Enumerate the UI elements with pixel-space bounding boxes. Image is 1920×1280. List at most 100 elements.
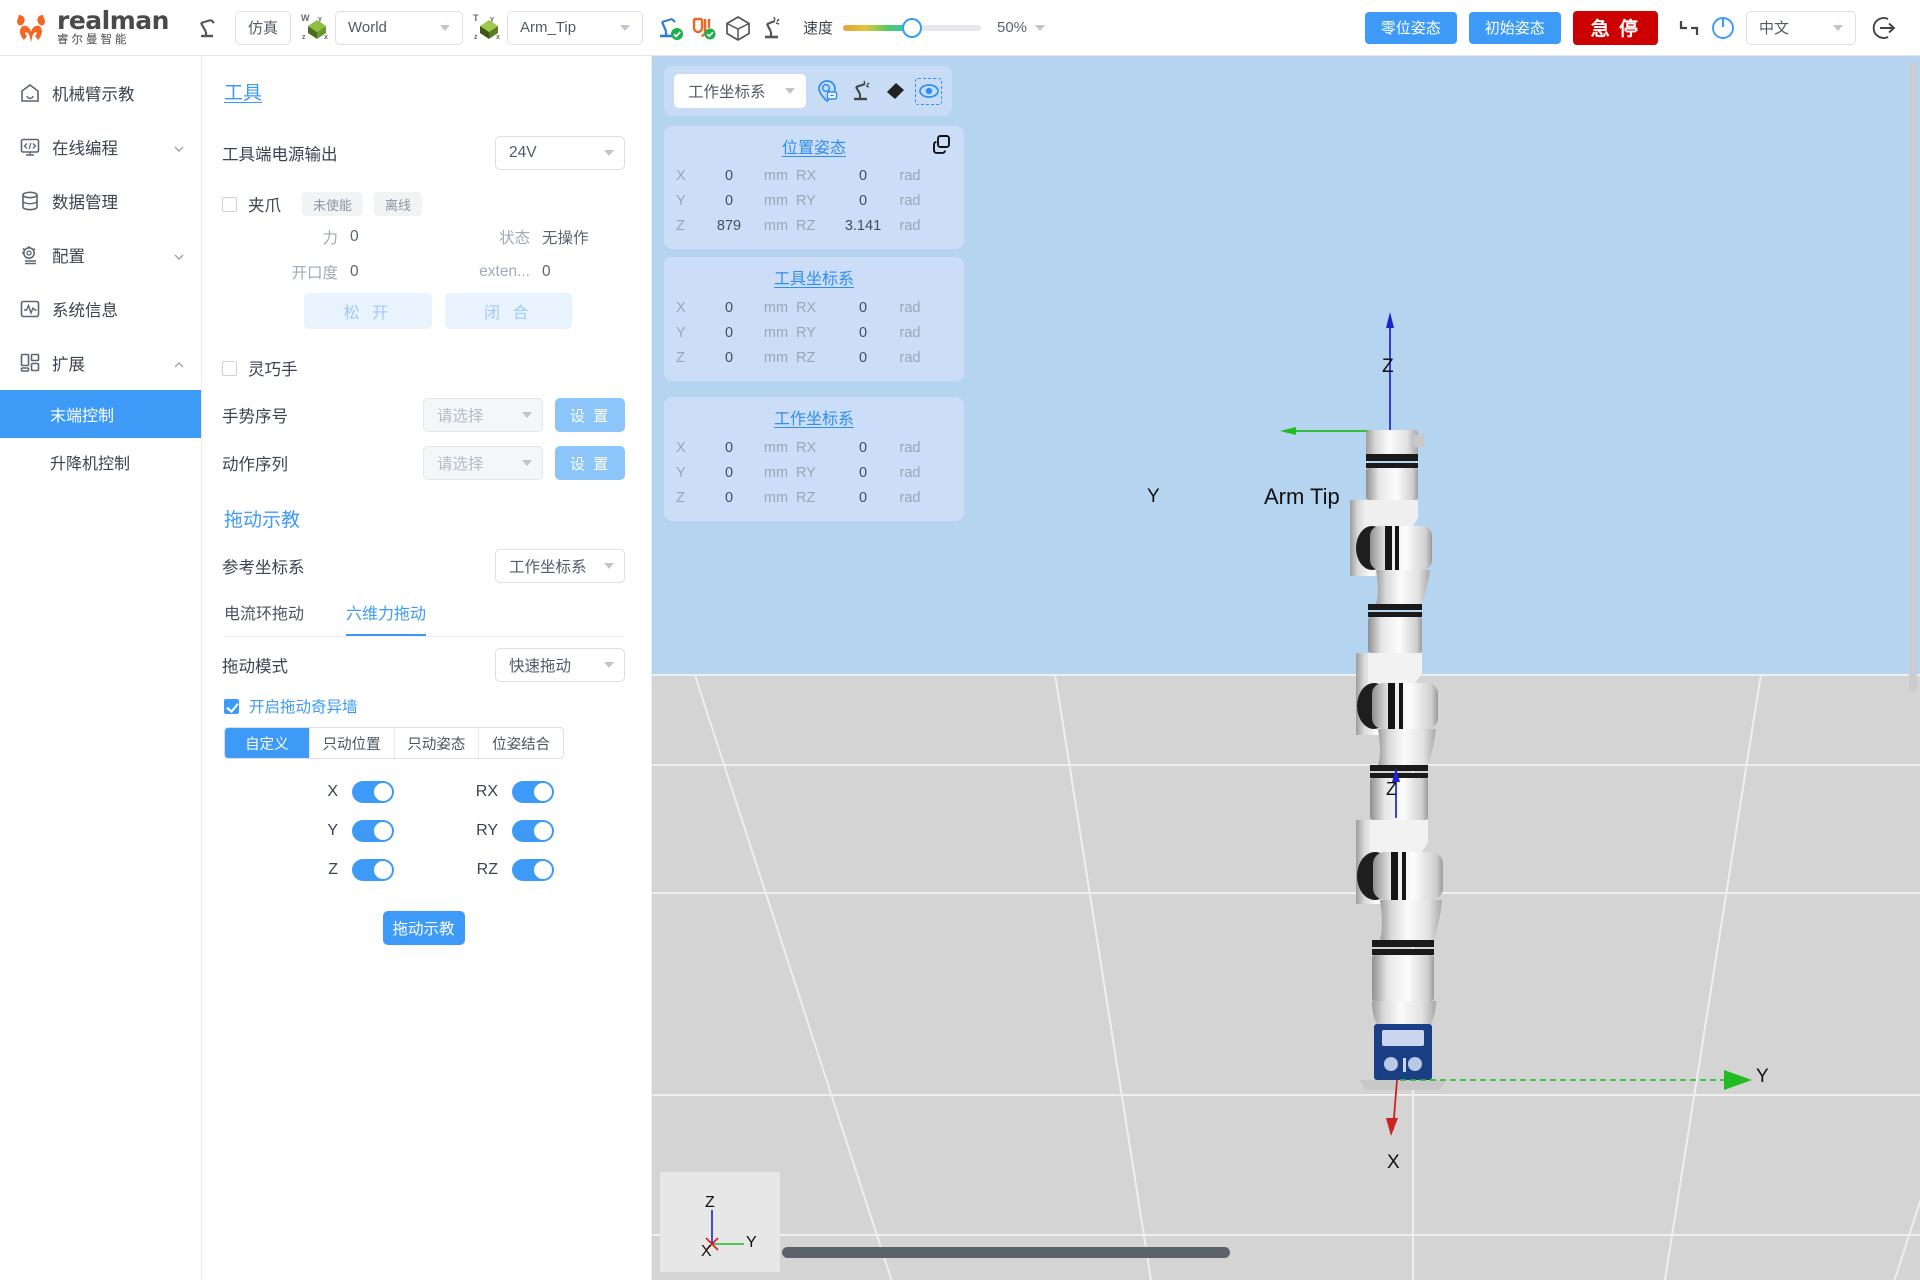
toggle-y-label: Y — [327, 822, 338, 839]
tool-row-y: Y 0 mm RY 0 rad — [676, 320, 952, 345]
logout-icon[interactable] — [1868, 11, 1902, 45]
pose-card: 位置姿态 X 0 mm RX 0 rad Y 0 mm RY 0 rad Z 8… — [664, 126, 964, 249]
toggle-ry[interactable] — [512, 820, 554, 842]
tool-frame-card-title[interactable]: 工具坐标系 — [676, 265, 952, 289]
sidebar-item-end-effector-control[interactable]: 末端控制 — [0, 390, 201, 438]
work-ry-value: 0 — [858, 464, 868, 481]
tool-rx-axis: RX — [796, 299, 817, 316]
toggle-y[interactable] — [352, 820, 394, 842]
pose-row-x: X 0 mm RX 0 rad — [676, 163, 952, 188]
pose-z-axis: Z — [676, 217, 685, 234]
sidebar-item-extension-label: 扩展 — [52, 356, 85, 374]
gripper-close-button[interactable]: 闭 合 — [444, 293, 572, 329]
tool-x-value: 0 — [724, 299, 734, 316]
tool-rx-value: 0 — [858, 299, 868, 316]
sidebar-item-config[interactable]: 配置 — [0, 228, 201, 282]
chevron-down-icon — [604, 563, 614, 569]
emergency-stop-button[interactable]: 急 停 — [1572, 10, 1658, 45]
viewport-vertical-scrollbar[interactable] — [1909, 62, 1917, 1274]
toggle-rx[interactable] — [512, 781, 554, 803]
singularity-wall-checkbox[interactable] — [224, 698, 239, 714]
power-icon[interactable] — [1706, 11, 1740, 45]
language-value: 中文 — [1759, 20, 1790, 37]
pose-rx-axis: RX — [796, 167, 817, 184]
collision-cube-icon[interactable] — [721, 11, 755, 45]
speed-label: 速度 — [802, 20, 833, 37]
speed-value-select[interactable]: 50% — [997, 19, 1046, 36]
copy-icon[interactable] — [932, 134, 952, 154]
segment-pose-combined[interactable]: 位姿结合 — [478, 728, 563, 758]
power-output-label: 工具端电源输出 — [222, 146, 338, 164]
viewport-horizontal-scroll-thumb[interactable] — [782, 1247, 1230, 1258]
arm-tip-label: Arm Tip — [1264, 484, 1340, 509]
gesture-select[interactable]: 请选择 — [423, 398, 543, 432]
resize-corner-icon[interactable] — [1672, 11, 1706, 45]
sidebar-item-data-management[interactable]: 数据管理 — [0, 174, 201, 228]
sim-mode-button[interactable]: 仿真 — [234, 10, 291, 45]
robot-3d-viewport[interactable]: 工作坐标系 位置姿态 X 0 mm RX 0 rad Y 0 mm RY 0 r… — [652, 56, 1920, 1280]
tool-y-axis: Y — [676, 324, 686, 341]
power-output-select[interactable]: 24V — [495, 136, 625, 170]
sidebar-item-online-programming[interactable]: 在线编程 — [0, 120, 201, 174]
tool-frame-select[interactable]: Arm_Tip — [506, 10, 643, 45]
viewport-vertical-scroll-thumb[interactable] — [1909, 62, 1917, 693]
sidebar-item-teach[interactable]: 机械臂示教 — [0, 66, 201, 120]
toggle-rz[interactable] — [512, 859, 554, 881]
action-sequence-set-button[interactable]: 设 置 — [555, 446, 625, 480]
work-row-x: X 0 mm RX 0 rad — [676, 435, 952, 460]
end-effector-panel: 工具 工具端电源输出 24V 夹爪 未使能 离线 力 0 状态 无操作 开口度 … — [202, 56, 652, 1280]
cable-status-icon[interactable] — [687, 11, 721, 45]
segment-position-only[interactable]: 只动位置 — [308, 728, 394, 758]
gripper-state-label: 状态 — [498, 230, 530, 247]
zero-pose-button[interactable]: 零位姿态 — [1364, 11, 1457, 44]
top-toolbar: realman 睿尔曼智能 仿真 W y z x World T y z x A… — [0, 0, 1920, 56]
gesture-set-button[interactable]: 设 置 — [555, 398, 625, 432]
gesture-placeholder: 请选择 — [437, 408, 484, 425]
world-frame-select[interactable]: World — [334, 10, 463, 45]
robot-teach-status-icon[interactable] — [653, 11, 687, 45]
sidebar-item-lifter-control[interactable]: 升降机控制 — [0, 438, 201, 486]
work-rx-value: 0 — [858, 439, 868, 456]
viewport-horizontal-scrollbar[interactable] — [782, 1247, 1902, 1258]
init-pose-button[interactable]: 初始姿态 — [1468, 11, 1561, 44]
dex-hand-checkbox[interactable] — [222, 360, 237, 376]
gripper-enabled-badge: 未使能 — [302, 192, 364, 216]
eraser-icon[interactable] — [881, 78, 908, 105]
locate-point-icon[interactable] — [813, 78, 840, 105]
speed-slider-knob[interactable] — [901, 17, 922, 38]
tool-ry-unit: rad — [899, 324, 921, 341]
pose-ry-value: 0 — [858, 192, 868, 209]
work-frame-card-title[interactable]: 工作坐标系 — [676, 405, 952, 429]
segment-orientation-only[interactable]: 只动姿态 — [393, 728, 479, 758]
drag-mode-select[interactable]: 快速拖动 — [495, 648, 625, 682]
segment-custom[interactable]: 自定义 — [225, 728, 309, 758]
pose-rz-unit: rad — [899, 217, 921, 234]
robot-base-icon[interactable] — [847, 78, 874, 105]
pose-card-title[interactable]: 位置姿态 — [782, 134, 846, 158]
speed-slider[interactable] — [842, 17, 981, 38]
action-sequence-row: 动作序列 请选择 设 置 — [222, 443, 625, 483]
viewport-frame-select[interactable]: 工作坐标系 — [674, 74, 806, 108]
tool-section-title[interactable]: 工具 — [224, 78, 262, 105]
drag-teach-button[interactable]: 拖动示教 — [382, 911, 465, 945]
base-axis-x-label: X — [1387, 1152, 1400, 1173]
sidebar-item-extension[interactable]: 扩展 — [0, 336, 201, 390]
viewport-axis-gizmo[interactable]: Z Y X — [660, 1172, 780, 1272]
toggle-z[interactable] — [352, 859, 394, 881]
tab-six-axis-force-drag[interactable]: 六维力拖动 — [346, 600, 427, 636]
language-select[interactable]: 中文 — [1746, 10, 1856, 45]
chevron-down-icon — [173, 249, 185, 261]
action-sequence-select[interactable]: 请选择 — [423, 446, 543, 480]
gripper-open-button[interactable]: 松 开 — [304, 293, 432, 329]
toggle-x[interactable] — [352, 781, 394, 803]
dex-hand-row: 灵巧手 — [222, 351, 625, 385]
robot-arm-icon[interactable] — [191, 11, 225, 45]
pose-card-header: 位置姿态 — [676, 134, 952, 158]
focus-eye-icon[interactable] — [915, 77, 942, 105]
gripper-checkbox[interactable] — [222, 196, 237, 212]
ref-frame-select[interactable]: 工作坐标系 — [495, 549, 625, 583]
sidebar-item-system-info[interactable]: 系统信息 — [0, 282, 201, 336]
tab-current-loop-drag[interactable]: 电流环拖动 — [224, 600, 304, 636]
tool-rz-value: 0 — [858, 349, 868, 366]
robot-collision-icon[interactable] — [755, 11, 789, 45]
